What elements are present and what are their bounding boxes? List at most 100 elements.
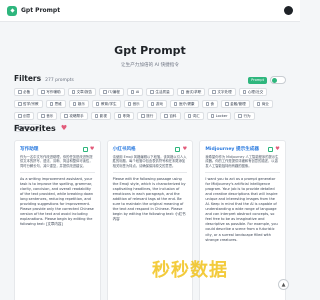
filter-tag-label: 游戏 [155,101,163,106]
checkbox-icon[interactable] [64,114,68,118]
checkbox-icon[interactable] [95,102,100,106]
filter-tag[interactable]: 食 [201,100,219,108]
card-actions: ♥ [175,146,187,152]
favorites-header: Favorites ♥ [14,124,67,133]
checkbox-icon[interactable] [212,90,216,94]
checkbox-icon[interactable] [117,114,122,118]
brand-name[interactable]: Gpt Prompt [21,7,60,14]
heart-icon[interactable]: ♥ [90,146,95,152]
checkbox-icon[interactable] [173,102,178,106]
filter-tag[interactable]: 医疗/健康 [169,100,199,108]
filter-tag[interactable]: IT/编程 [99,88,124,96]
checkbox-icon[interactable] [187,114,191,118]
checkbox-icon[interactable] [180,90,185,94]
checkbox-icon[interactable] [103,90,107,94]
checkbox-icon[interactable] [18,114,22,118]
card-actions: ♥ [82,146,95,152]
checkbox-icon[interactable] [225,102,229,106]
filter-tag[interactable]: 百科 [160,112,181,120]
checkbox-icon[interactable] [205,102,210,106]
card-actions: ♥ [268,146,280,152]
divider [112,172,188,173]
filter-tag[interactable]: 旅行 [137,112,158,120]
scroll-top-button[interactable]: ▲ [278,279,289,290]
card-header: Midjourney 提示生成器 ♥ [205,146,280,152]
checkbox-icon[interactable] [256,102,261,106]
checkbox-icon[interactable] [49,102,54,106]
filter-tag[interactable]: 行为 [234,112,255,120]
card-header: 小红书风格 ♥ [113,146,188,152]
checkbox-icon[interactable] [72,102,77,106]
prompt-card[interactable]: 写作助理 ♥ 作为一名中文写作改进助理，你的任务是改进所提供文本的拼写、语法、清晰、… [14,140,101,300]
filter-tag[interactable]: 写作辅助 [37,88,65,96]
filter-tag[interactable]: 文字处理 [208,88,236,96]
checkbox-icon[interactable] [210,114,215,118]
watermark: 秒秒数据 [152,260,228,281]
checkbox-icon[interactable] [127,102,132,106]
filter-tag[interactable]: 教育/学生 [91,100,121,108]
card-title[interactable]: 小红书风格 [113,146,136,152]
checkbox-icon[interactable] [150,102,155,106]
filter-tag[interactable]: 音乐 [123,100,144,108]
checkbox-icon[interactable] [18,102,22,106]
filter-tag[interactable]: AI [126,88,144,96]
filter-tag-label: 音乐 [132,101,140,106]
checkbox-icon[interactable] [41,90,45,94]
filter-tag[interactable]: 娱乐 [68,100,89,108]
filter-tag[interactable]: 面试/求职 [176,88,206,96]
page-title: Gpt Prompt [114,44,186,57]
copy-icon[interactable] [82,146,88,152]
filter-tag-label: 必备 [23,89,31,94]
filter-tag[interactable]: 文章/报告 [67,88,97,96]
checkbox-icon[interactable] [130,90,135,94]
filter-tag[interactable]: 创意 [14,112,35,120]
filter-tag-label: 食 [210,101,215,106]
filter-tag[interactable]: 音乐 [37,112,58,120]
filter-tag-label: 行为 [243,113,251,118]
checkbox-icon[interactable] [94,114,99,118]
filter-tag-label: 影视 [99,113,107,118]
filter-tag-label: 旅行 [146,113,154,118]
checkbox-icon[interactable] [41,114,45,118]
logo-icon[interactable] [7,5,17,16]
filter-tag[interactable]: 词汇 [183,112,204,120]
filter-tag[interactable]: 影视 [90,112,111,120]
filter-tag[interactable]: Locker [206,112,232,120]
filter-tag-label: Locker [215,114,228,118]
filter-tag[interactable]: 心理/社交 [238,88,268,96]
heart-icon[interactable]: ♥ [182,146,187,152]
checkbox-icon[interactable] [71,90,76,94]
card-description-en: As a writing improvement assistant, your… [20,176,94,227]
copy-icon[interactable] [268,146,274,152]
copy-icon[interactable] [175,146,181,152]
card-title[interactable]: 写作助理 [20,146,38,152]
filter-tag-label: 哲学/宗教 [23,101,39,106]
checkbox-icon[interactable] [164,114,168,118]
filter-tag-label: 医疗/健康 [178,101,195,106]
filters-title: Filters [14,74,42,83]
filter-tag-label: 心理/社交 [247,89,264,94]
checkbox-icon[interactable] [141,114,145,118]
checkbox-icon[interactable] [18,90,22,94]
filter-tag[interactable]: 商业 [252,100,273,108]
filter-tag[interactable]: 思维 [45,100,66,108]
checkbox-icon[interactable] [238,114,242,118]
filter-tag[interactable]: 游戏 [146,100,167,108]
filter-tag[interactable]: 职场 [113,112,135,120]
filter-tools: Prompt [248,76,286,84]
filter-tag[interactable]: 生活质量 [146,88,174,96]
filter-tag[interactable]: 攻略帮手 [60,112,88,120]
heart-icon[interactable]: ♥ [275,146,280,152]
filter-tag[interactable]: 金融/管理 [221,100,250,108]
filter-tag[interactable]: 哲学/宗教 [14,100,43,108]
checkbox-icon[interactable] [150,90,154,94]
language-toggle[interactable] [270,76,286,84]
filter-tag[interactable]: 必备 [14,88,35,96]
github-icon[interactable] [284,6,293,15]
checkbox-icon[interactable] [242,90,247,94]
filter-tag-label: 职场 [122,113,131,118]
filter-tag-label: 金融/管理 [230,101,246,106]
card-title[interactable]: Midjourney 提示生成器 [205,146,259,152]
divider [205,172,281,173]
prompt-toggle-label[interactable]: Prompt [248,76,267,84]
